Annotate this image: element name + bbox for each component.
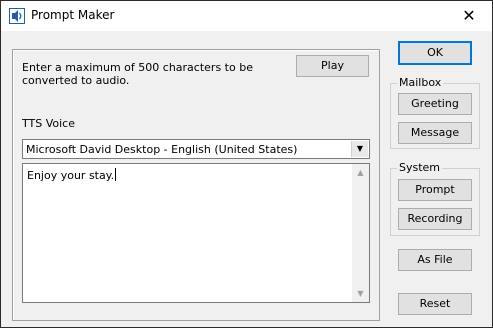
prompt-text-area[interactable]: Enjoy your stay. ▲ ▼ — [22, 163, 370, 303]
text-caret — [115, 168, 117, 181]
prompt-maker-window: Prompt Maker ✕ Enter a maximum of 500 ch… — [0, 0, 493, 328]
chevron-down-icon[interactable]: ▼ — [351, 141, 368, 157]
title-bar[interactable]: Prompt Maker ✕ — [1, 1, 492, 31]
voice-select-value: Microsoft David Desktop - English (Unite… — [26, 143, 298, 156]
greeting-button[interactable]: Greeting — [398, 93, 472, 115]
vertical-scrollbar[interactable]: ▲ ▼ — [352, 164, 369, 302]
prompt-text-value: Enjoy your stay. — [27, 168, 117, 182]
play-button[interactable]: Play — [296, 55, 369, 77]
scroll-down-icon[interactable]: ▼ — [352, 285, 369, 302]
tts-voice-label: TTS Voice — [22, 117, 75, 130]
app-icon — [9, 8, 25, 24]
scroll-up-icon[interactable]: ▲ — [352, 164, 369, 181]
as-file-button[interactable]: As File — [398, 249, 472, 271]
close-icon[interactable]: ✕ — [446, 1, 492, 31]
recording-button[interactable]: Recording — [398, 208, 472, 230]
mailbox-group-label: Mailbox — [397, 76, 444, 89]
prompt-text-content: Enjoy your stay. — [27, 169, 115, 182]
window-title: Prompt Maker — [31, 8, 115, 22]
system-group-label: System — [397, 161, 443, 174]
ok-button[interactable]: OK — [398, 41, 472, 65]
message-button[interactable]: Message — [398, 122, 472, 144]
prompt-button[interactable]: Prompt — [398, 179, 472, 201]
reset-button[interactable]: Reset — [398, 293, 472, 315]
instructions-text: Enter a maximum of 500 characters to be … — [22, 61, 253, 87]
voice-select[interactable]: Microsoft David Desktop - English (Unite… — [22, 139, 370, 159]
dialog-content: Enter a maximum of 500 characters to be … — [1, 31, 492, 327]
